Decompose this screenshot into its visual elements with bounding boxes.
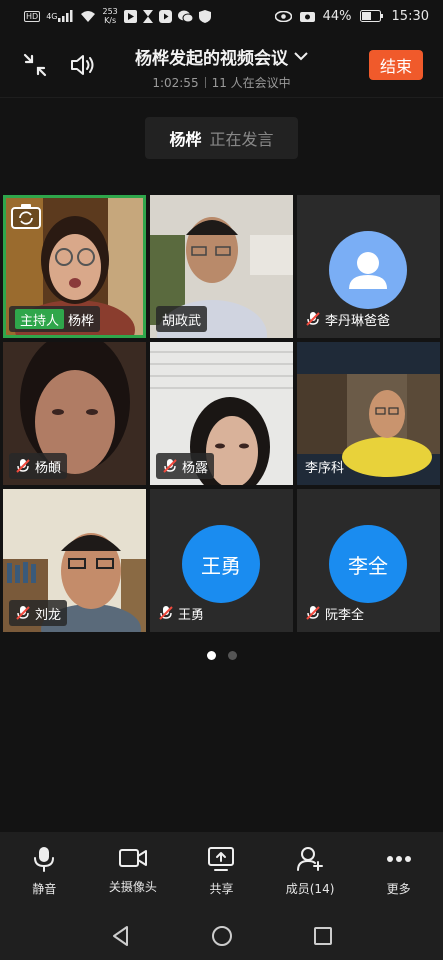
shield-icon bbox=[198, 9, 211, 23]
hourglass-icon bbox=[142, 9, 153, 23]
participant-tile[interactable]: 胡政武 bbox=[150, 195, 293, 338]
members-label: 成员(14) bbox=[285, 882, 335, 896]
mic-muted-icon bbox=[16, 459, 30, 473]
participant-name: 杨頔 bbox=[35, 460, 62, 476]
share-button[interactable]: 共享 bbox=[177, 832, 266, 912]
add-person-icon bbox=[297, 847, 324, 871]
page-dot[interactable] bbox=[227, 651, 237, 660]
participant-tile[interactable]: 杨頔 bbox=[3, 342, 146, 485]
hd-badge: HD bbox=[24, 10, 41, 22]
participant-name: 王勇 bbox=[178, 607, 205, 623]
more-dots-icon bbox=[386, 856, 411, 862]
mic-muted-icon bbox=[16, 606, 30, 620]
active-speaker-indicator: 杨桦 正在发言 bbox=[145, 117, 298, 159]
end-meeting-button[interactable]: 结束 bbox=[369, 50, 423, 80]
chevron-down-icon bbox=[294, 52, 308, 61]
clock: 15:30 bbox=[391, 8, 429, 24]
eye-icon bbox=[274, 10, 292, 22]
page-dot-active[interactable] bbox=[206, 651, 216, 660]
participant-name-tag: 主持人 杨桦 bbox=[9, 306, 101, 332]
screen-share-icon bbox=[208, 847, 235, 871]
more-label: 更多 bbox=[386, 882, 411, 896]
status-bar: HD 4G 253 K/s 44% 15:30 bbox=[0, 0, 443, 32]
participant-tile[interactable]: 杨露 bbox=[150, 342, 293, 485]
participant-name-tag: 胡政武 bbox=[156, 306, 208, 332]
more-button[interactable]: 更多 bbox=[354, 832, 443, 912]
mute-label: 静音 bbox=[32, 882, 57, 896]
switch-camera-icon[interactable] bbox=[11, 203, 41, 229]
mic-muted-icon bbox=[306, 606, 320, 620]
page-indicator bbox=[0, 651, 443, 660]
participant-name-tag: 杨頔 bbox=[9, 453, 68, 479]
participant-name-tag: 杨露 bbox=[156, 453, 215, 479]
battery-icon bbox=[359, 10, 384, 22]
mic-muted-icon bbox=[159, 606, 173, 620]
meeting-title: 杨桦发起的视频会议 bbox=[135, 49, 288, 69]
share-label: 共享 bbox=[209, 882, 234, 896]
participant-name: 阮李全 bbox=[325, 607, 365, 623]
participant-count: 11 人在会议中 bbox=[211, 76, 291, 90]
participant-name: 杨露 bbox=[182, 460, 209, 476]
camera-label: 关摄像头 bbox=[108, 880, 157, 894]
mic-muted-icon bbox=[306, 312, 320, 326]
speaker-name: 杨桦 bbox=[169, 130, 202, 149]
wechat-icon bbox=[177, 10, 193, 23]
participant-name: 李序科 bbox=[305, 460, 345, 476]
header-divider bbox=[0, 97, 443, 98]
speaker-status: 正在发言 bbox=[209, 130, 274, 149]
members-button[interactable]: 成员(14) bbox=[266, 832, 355, 912]
meeting-duration: 1:02:55 bbox=[152, 76, 199, 90]
participant-tile[interactable]: 李序科 bbox=[297, 342, 440, 485]
participant-name-tag: 李序科 bbox=[303, 453, 350, 479]
avatar bbox=[329, 231, 407, 309]
network-speed: 253 K/s bbox=[102, 7, 118, 25]
back-icon[interactable] bbox=[110, 925, 132, 947]
mute-button[interactable]: 静音 bbox=[0, 832, 89, 912]
host-badge: 主持人 bbox=[15, 309, 65, 329]
avatar: 王勇 bbox=[182, 525, 260, 603]
avatar: 李全 bbox=[329, 525, 407, 603]
system-nav-bar bbox=[0, 912, 443, 960]
mic-muted-icon bbox=[163, 459, 177, 473]
participant-name: 杨桦 bbox=[68, 313, 95, 329]
participant-name-tag: 阮李全 bbox=[303, 600, 370, 626]
battery-percent: 44% bbox=[322, 8, 352, 24]
play-app-icon bbox=[158, 9, 172, 23]
participant-tile[interactable]: 主持人 杨桦 bbox=[3, 195, 146, 338]
participant-name-tag: 刘龙 bbox=[9, 600, 68, 626]
participant-name-tag: 李丹琳爸爸 bbox=[303, 306, 396, 332]
microphone-icon bbox=[34, 847, 55, 872]
video-camera-icon bbox=[118, 849, 147, 867]
recents-icon[interactable] bbox=[312, 925, 334, 947]
participant-name: 胡政武 bbox=[162, 313, 202, 329]
participant-tile[interactable]: 李全 阮李全 bbox=[297, 489, 440, 632]
signal-icon: 4G bbox=[46, 10, 74, 22]
participant-tile[interactable]: 刘龙 bbox=[3, 489, 146, 632]
participant-name: 刘龙 bbox=[35, 607, 62, 623]
camera-off-button[interactable]: 关摄像头 bbox=[89, 832, 178, 912]
camera-status-icon bbox=[299, 10, 315, 22]
wifi-icon bbox=[80, 10, 96, 23]
user-silhouette-icon bbox=[349, 252, 387, 289]
participant-name: 李丹琳爸爸 bbox=[325, 313, 391, 329]
participant-tile[interactable]: 王勇 王勇 bbox=[150, 489, 293, 632]
meeting-toolbar: 静音 关摄像头 共享 成员(14) 更多 bbox=[0, 832, 443, 912]
app-notification-icon bbox=[123, 9, 137, 23]
participant-name-tag: 王勇 bbox=[156, 600, 210, 626]
home-icon[interactable] bbox=[211, 925, 233, 947]
participant-tile[interactable]: 李丹琳爸爸 bbox=[297, 195, 440, 338]
meeting-header: 杨桦发起的视频会议 1:02:55 11 人在会议中 结束 bbox=[0, 40, 443, 92]
